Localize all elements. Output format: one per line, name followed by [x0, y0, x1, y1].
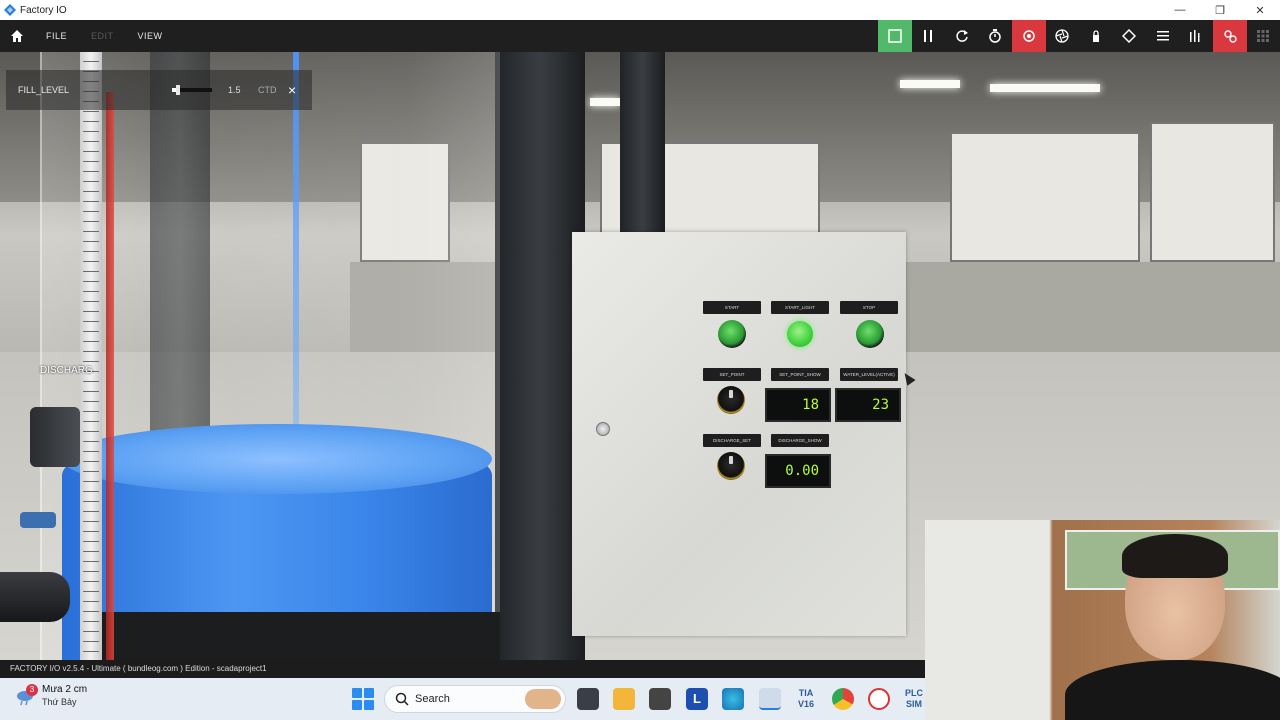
tag-value: 1.5: [228, 85, 241, 95]
list-icon[interactable]: [1146, 20, 1180, 52]
drivers-icon[interactable]: [1213, 20, 1247, 52]
start-button-windows-icon[interactable]: [352, 688, 374, 710]
water-inflow-stream: [293, 52, 299, 447]
menu-edit[interactable]: EDIT: [79, 31, 126, 41]
weather-temp: Mưa 2 cm: [42, 684, 88, 695]
timer-icon[interactable]: [979, 20, 1013, 52]
app-toolbar: FILE EDIT VIEW: [0, 20, 1280, 52]
label-discharge-set: DISCHARGE_SET: [703, 434, 761, 447]
factory-io-app-icon: [4, 4, 16, 16]
reset-icon[interactable]: [945, 20, 979, 52]
window-controls: — ❐ ✕: [1160, 0, 1280, 20]
stop-button[interactable]: [856, 320, 884, 348]
close-icon[interactable]: ×: [288, 82, 296, 98]
tag-overlay: FILL_LEVEL 1.5 CTD ×: [6, 70, 312, 110]
label-discharge-show: DISCHARGE_SHOW: [771, 434, 829, 447]
restore-icon[interactable]: ❐: [1200, 0, 1240, 20]
weather-widget[interactable]: 3 Mưa 2 cm Thứ Bảy: [16, 683, 88, 707]
set-point-display: 18: [765, 388, 831, 422]
start-light-lamp: [787, 321, 813, 347]
factory-io-taskbar-icon[interactable]: [759, 688, 781, 710]
fill-level-slider[interactable]: [172, 85, 212, 95]
water-level-display: 23: [835, 388, 901, 422]
toolbar-tools: [878, 20, 1280, 52]
task-view-icon[interactable]: [577, 688, 599, 710]
label-water-level: WATER_LEVEL(ACTIVE): [840, 368, 898, 381]
label-set-point-show: SET_POINT_SHOW: [771, 368, 829, 381]
record-app-icon[interactable]: [868, 688, 890, 710]
tag-name: FILL_LEVEL: [18, 85, 70, 95]
discharge-label: DISCHARG: [40, 365, 93, 376]
home-icon[interactable]: [0, 20, 34, 52]
tank-water-surface: [62, 424, 492, 494]
tank-base: [80, 612, 500, 660]
window-titlebar: Factory IO — ❐ ✕: [0, 0, 1280, 20]
edge-browser-icon[interactable]: [722, 688, 744, 710]
discharge-set-knob[interactable]: [717, 452, 745, 480]
window-title: Factory IO: [20, 4, 67, 16]
bars-icon[interactable]: [1180, 20, 1214, 52]
search-highlight-icon: [525, 689, 561, 709]
search-icon: [395, 692, 409, 706]
discharge-valve[interactable]: [20, 512, 56, 528]
menu-file[interactable]: FILE: [34, 31, 79, 41]
level-gauge-indicator: [106, 92, 114, 660]
status-bar: FACTORY I/O v2.5.4 - Ultimate ( bundleog…: [0, 660, 925, 678]
steel-pillar: [620, 52, 665, 242]
close-icon[interactable]: ✕: [1240, 0, 1280, 20]
aperture-icon[interactable]: [1046, 20, 1080, 52]
control-panel: START START_LIGHT STOP SET_POINT SET_POI…: [572, 232, 906, 636]
tia-portal-icon[interactable]: TIA V16: [795, 688, 817, 710]
label-start: START: [703, 301, 761, 314]
discharge-pipe: [0, 572, 70, 622]
discharge-flange: [30, 407, 80, 467]
minimize-icon[interactable]: —: [1160, 0, 1200, 20]
presenter-body: [1065, 660, 1280, 720]
menu-view[interactable]: VIEW: [126, 31, 175, 41]
logixpro-app-icon[interactable]: L: [686, 688, 708, 710]
diamond-icon[interactable]: [1113, 20, 1147, 52]
webcam-overlay: [925, 520, 1280, 720]
plcsim-icon[interactable]: PLC SIM: [903, 688, 925, 710]
panel-screw: [596, 422, 610, 436]
wall-panel: [1150, 122, 1275, 262]
label-set-point: SET_POINT: [703, 368, 761, 381]
ceiling-light: [590, 98, 620, 106]
presenter-hair: [1122, 534, 1228, 578]
weather-day: Thứ Bảy: [42, 697, 77, 707]
ceiling-light: [990, 84, 1100, 92]
tag-unit: CTD: [258, 85, 277, 95]
rain-cloud-icon: 3: [16, 683, 38, 706]
discharge-display: 0.00: [765, 454, 831, 488]
pause-icon[interactable]: [912, 20, 946, 52]
windows-taskbar: 3 Mưa 2 cm Thứ Bảy Search L TIA V16 PLC …: [0, 678, 925, 720]
set-point-knob[interactable]: [717, 386, 745, 414]
file-explorer-icon[interactable]: [613, 688, 635, 710]
search-label: Search: [415, 693, 450, 705]
app-store-icon[interactable]: [649, 688, 671, 710]
ceiling-light: [900, 80, 960, 88]
level-gauge-ticks: [83, 52, 99, 660]
weather-badge: 3: [26, 683, 38, 696]
chrome-browser-icon[interactable]: [832, 688, 854, 710]
grid-icon[interactable]: [1247, 20, 1280, 52]
start-button[interactable]: [718, 320, 746, 348]
wall-panel: [950, 132, 1140, 262]
label-stop: STOP: [840, 301, 898, 314]
lock-icon[interactable]: [1079, 20, 1113, 52]
label-start-light: START_LIGHT: [771, 301, 829, 314]
fill-level-slider-thumb[interactable]: [176, 85, 180, 95]
stop-square-icon[interactable]: [878, 20, 912, 52]
taskbar-search[interactable]: Search: [384, 685, 566, 713]
camera-fly-icon[interactable]: [1012, 20, 1046, 52]
